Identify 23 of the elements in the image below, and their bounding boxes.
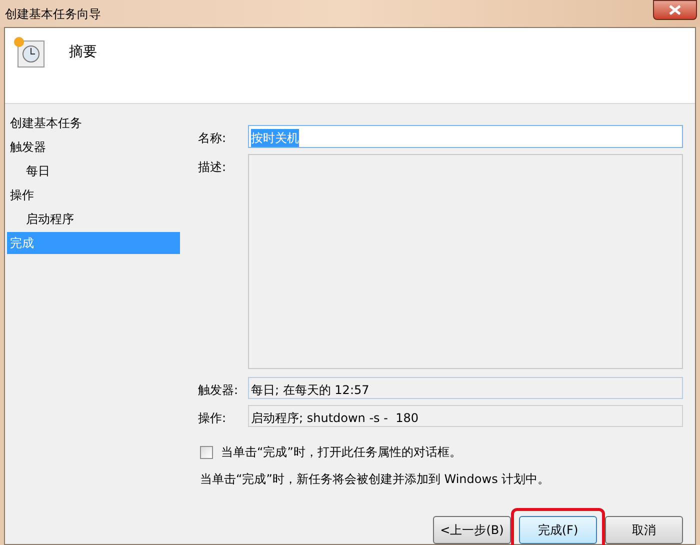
field-label: 操作: bbox=[198, 410, 228, 427]
clock-icon bbox=[13, 36, 47, 70]
field-label: 触发器: bbox=[198, 382, 240, 399]
nav-item[interactable]: 创建基本任务 bbox=[7, 112, 180, 134]
dialog-button[interactable]: 完成(F) bbox=[519, 516, 597, 544]
close-icon bbox=[669, 4, 681, 14]
dialog-button[interactable]: 取消 bbox=[605, 516, 683, 544]
field-label: 描述: bbox=[198, 159, 228, 176]
nav-item[interactable]: 触发器 bbox=[7, 136, 180, 158]
dialog-button[interactable]: <上一步(B) bbox=[433, 516, 511, 544]
description-field[interactable] bbox=[248, 154, 683, 369]
close-button[interactable] bbox=[653, 0, 697, 20]
field-label: 名称: bbox=[198, 130, 228, 147]
nav-item[interactable]: 操作 bbox=[7, 184, 180, 206]
window-title: 创建基本任务向导 bbox=[5, 6, 101, 22]
input-field[interactable]: 启动程序; shutdown -s - 180 bbox=[248, 405, 683, 427]
nav-item[interactable]: 启动程序 bbox=[7, 208, 180, 230]
input-field[interactable]: 每日; 在每天的 12:57 bbox=[248, 377, 683, 399]
info-text: 当单击“完成”时，新任务将会被创建并添加到 Windows 计划中。 bbox=[200, 471, 551, 488]
page-title: 摘要 bbox=[69, 43, 97, 62]
checkbox[interactable] bbox=[200, 446, 213, 458]
nav-item[interactable]: 每日 bbox=[7, 160, 180, 182]
checkbox-label: 当单击“完成”时，打开此任务属性的对话框。 bbox=[221, 444, 462, 461]
